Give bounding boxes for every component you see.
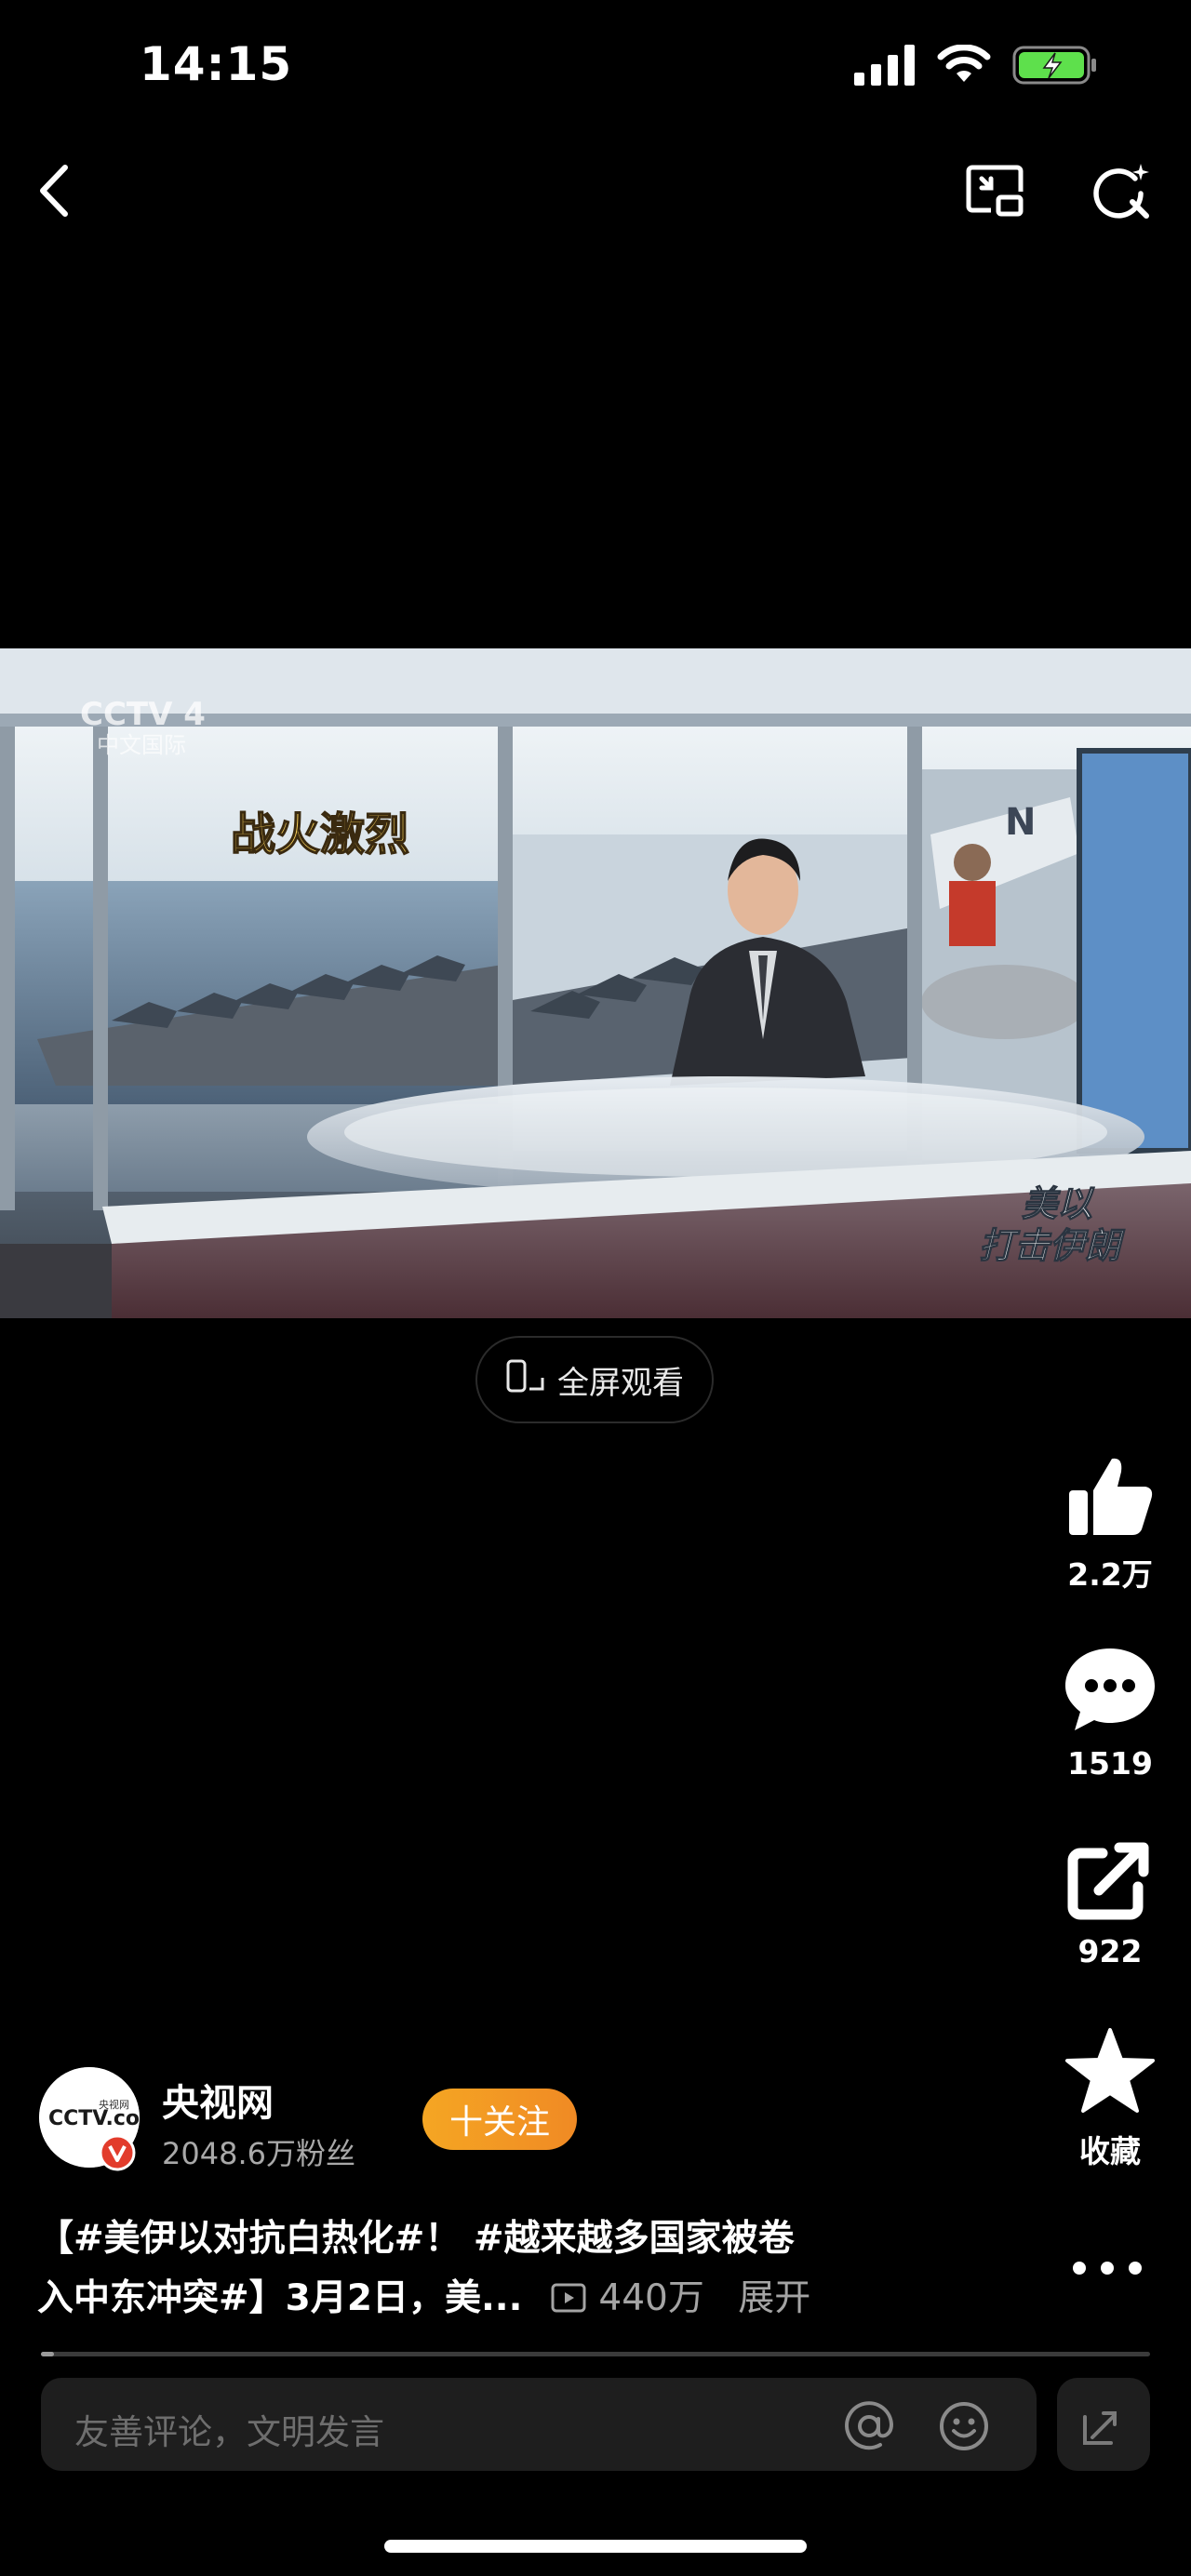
cellular-signal-icon <box>854 45 916 89</box>
video-caption[interactable]: 【#美伊以对抗白热化#！ #越来越多国家被卷 入中东冲突#】3月2日，美... … <box>37 2209 912 2329</box>
share-count: 922 <box>1077 1933 1143 1969</box>
picture-in-picture-icon[interactable] <box>963 158 1028 223</box>
more-icon[interactable] <box>1068 2249 1146 2287</box>
author-name[interactable]: 央视网 <box>162 2073 274 2127</box>
expand-link[interactable]: 展开 <box>738 2277 810 2319</box>
back-icon[interactable] <box>28 158 84 223</box>
avatar-logo-subtext: 央视网 <box>99 2098 129 2111</box>
share-button[interactable]: 922 <box>1050 1840 1171 1969</box>
status-icons <box>854 44 1098 89</box>
emoji-icon[interactable] <box>938 2400 990 2452</box>
view-count-value: 440万 <box>598 2277 704 2319</box>
svg-text:N: N <box>1005 801 1036 844</box>
phone-rotate-icon <box>505 1357 546 1403</box>
star-icon <box>1064 2026 1157 2119</box>
follow-button[interactable]: 十关注 <box>422 2089 577 2150</box>
thumbs-up-icon <box>1064 1453 1157 1542</box>
author-fans: 2048.6万粉丝 <box>162 2136 355 2171</box>
expand-comments-button[interactable] <box>1057 2378 1150 2471</box>
favorite-label: 收藏 <box>1079 2133 1141 2169</box>
status-time: 14:15 <box>140 37 293 91</box>
battery-charging-icon <box>1012 45 1098 89</box>
favorite-button[interactable]: 收藏 <box>1050 2026 1171 2171</box>
caption-line-2: 入中东冲突#】3月2日，美... 440万 展开 <box>37 2269 912 2329</box>
caption-line-1: 【#美伊以对抗白热化#！ #越来越多国家被卷 <box>37 2218 795 2260</box>
comment-placeholder: 友善评论，文明发言 <box>74 2412 384 2452</box>
share-icon <box>1065 1840 1155 1926</box>
video-player[interactable]: N CCTV 4 中文国际 战火激烈 美以 打击伊朗 <box>0 648 1191 1318</box>
channel-logo: CCTV 4 <box>80 696 206 733</box>
caption-line-2-text: 入中东冲突#】3月2日，美... <box>37 2277 523 2319</box>
video-progress-fill <box>41 2352 55 2356</box>
program-overlay-line2: 打击伊朗 <box>979 1225 1126 1266</box>
like-button[interactable]: 2.2万 <box>1050 1453 1171 1595</box>
fullscreen-button[interactable]: 全屏观看 <box>475 1336 714 1423</box>
verified-badge-icon <box>99 2134 136 2171</box>
like-count: 2.2万 <box>1067 1556 1153 1593</box>
search-icon[interactable] <box>1089 158 1154 223</box>
comment-button[interactable]: 1519 <box>1050 1645 1171 1782</box>
program-overlay-line1: 美以 <box>1022 1183 1095 1224</box>
expand-arrows-icon <box>1083 2411 1117 2445</box>
home-indicator[interactable] <box>384 2540 807 2553</box>
fullscreen-label: 全屏观看 <box>557 1364 684 1402</box>
comment-bubble-icon <box>1062 1645 1158 1738</box>
video-frame: N CCTV 4 中文国际 战火激烈 美以 打击伊朗 <box>0 648 1191 1318</box>
screen-banner-text: 战火激烈 <box>231 808 409 861</box>
mention-icon[interactable] <box>843 2400 895 2452</box>
comment-count: 1519 <box>1067 1745 1153 1782</box>
view-count: 440万 <box>535 2277 716 2319</box>
wifi-icon <box>936 44 992 89</box>
channel-logo-subtitle: 中文国际 <box>97 732 186 758</box>
play-count-icon <box>551 2283 586 2313</box>
video-progress-bar[interactable] <box>41 2352 1150 2356</box>
